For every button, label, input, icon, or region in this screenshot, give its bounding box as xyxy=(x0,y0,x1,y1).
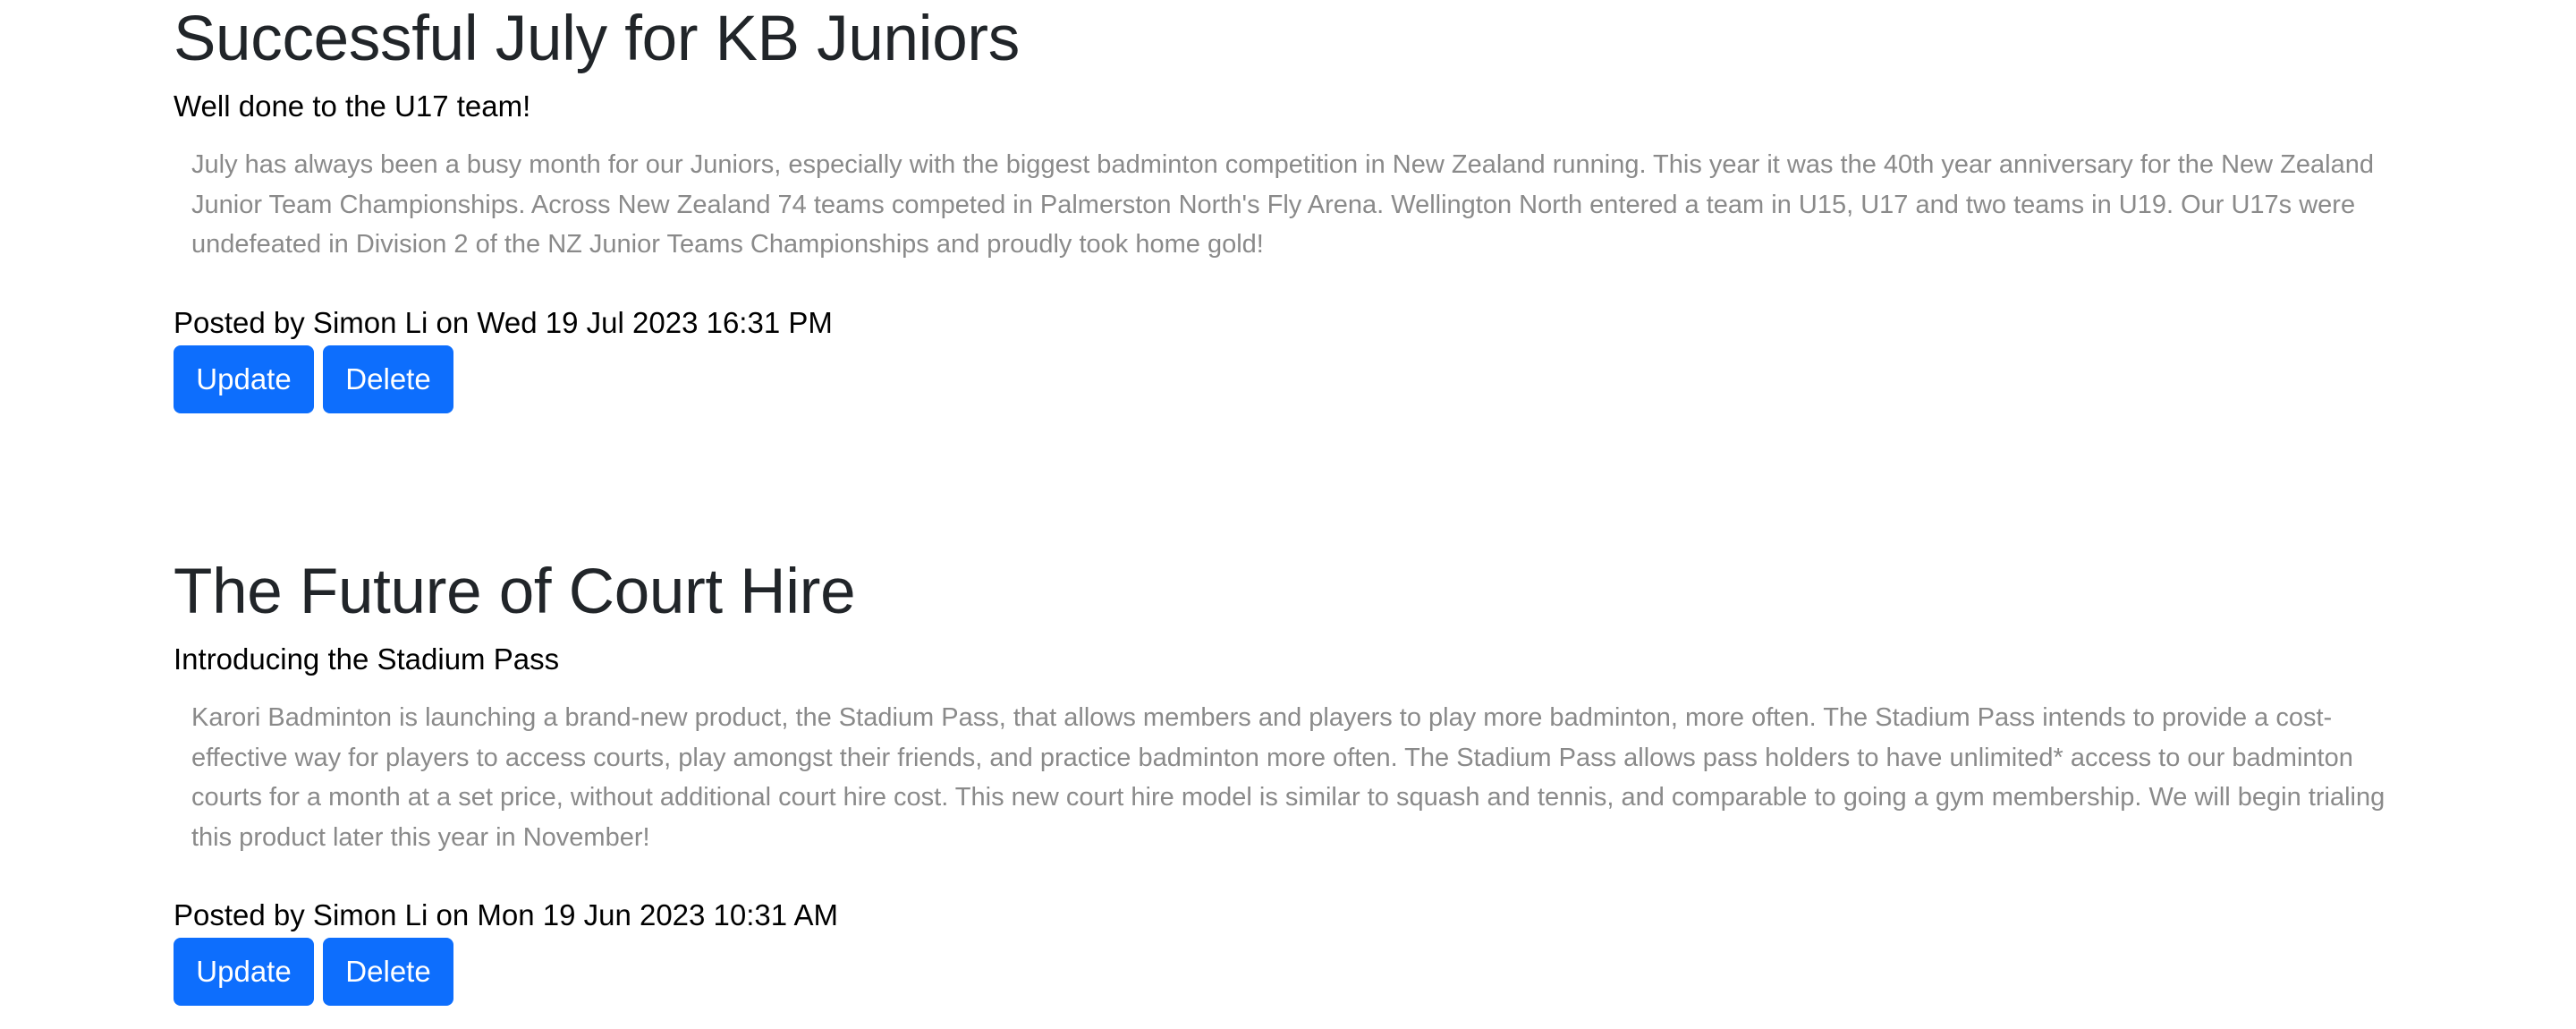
post-meta: Posted by Simon Li on Wed 19 Jul 2023 16… xyxy=(174,305,833,339)
post-actions: Update Delete xyxy=(174,938,2428,1006)
update-button[interactable]: Update xyxy=(174,344,314,413)
post-title: Successful July for KB Juniors xyxy=(174,4,1020,74)
delete-button[interactable]: Delete xyxy=(323,938,453,1006)
post-title: The Future of Court Hire xyxy=(174,557,856,627)
post-subtitle: Introducing the Stadium Pass xyxy=(174,642,560,676)
post-subtitle: Well done to the U17 team! xyxy=(174,89,531,123)
news-page: Successful July for KB Juniors Well done… xyxy=(0,0,2576,1029)
delete-button[interactable]: Delete xyxy=(323,344,453,413)
post-body: July has always been a busy month for ou… xyxy=(191,150,2374,259)
post-meta: Posted by Simon Li on Mon 19 Jun 2023 10… xyxy=(174,898,838,931)
update-button[interactable]: Update xyxy=(174,938,314,1006)
post-actions: Update Delete xyxy=(174,344,2428,413)
news-post: Successful July for KB Juniors Well done… xyxy=(174,0,2428,413)
news-post: The Future of Court Hire Introducing the… xyxy=(174,553,2428,1006)
post-body: Karori Badminton is launching a brand-ne… xyxy=(191,703,2385,852)
